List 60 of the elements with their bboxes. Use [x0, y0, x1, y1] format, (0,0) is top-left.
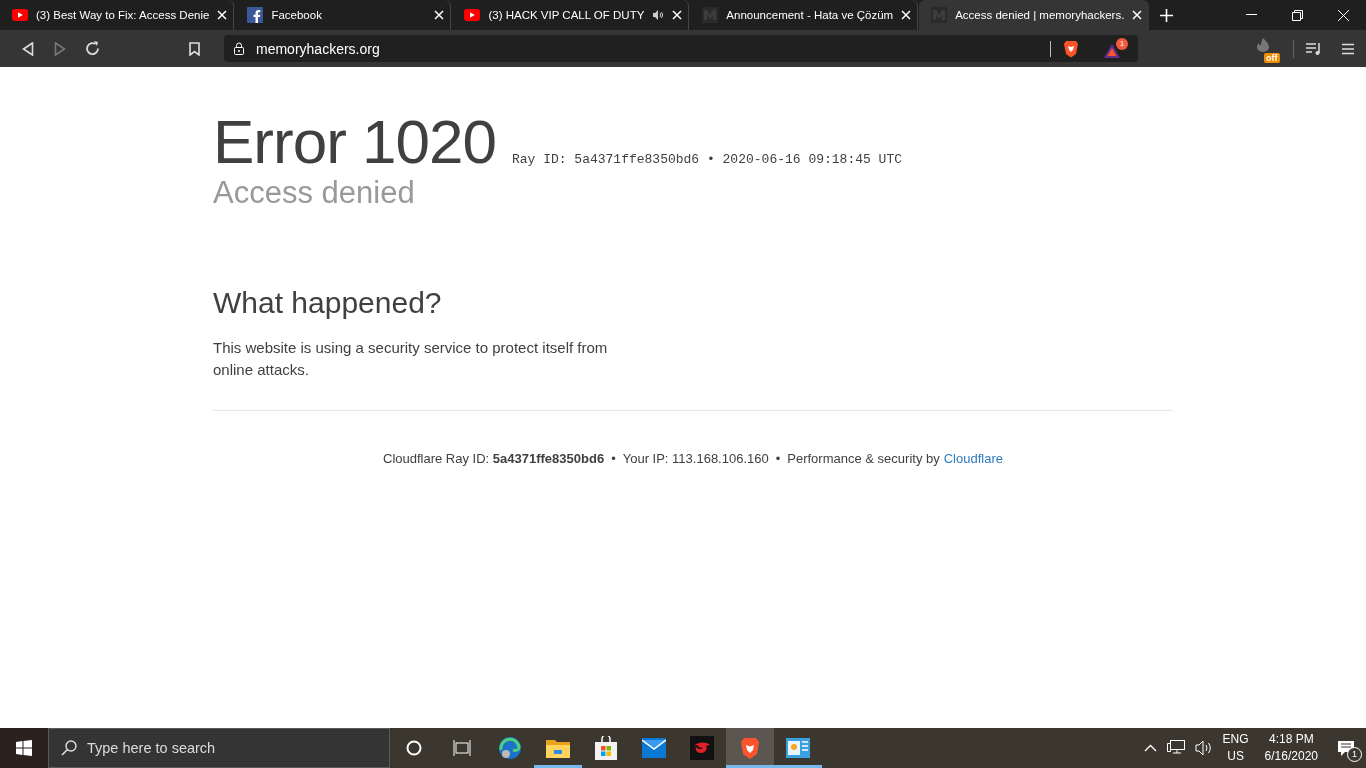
section-heading: What happened?	[213, 285, 443, 321]
bookmark-icon[interactable]	[188, 41, 200, 56]
restore-icon[interactable]	[1291, 9, 1303, 21]
close-icon[interactable]	[1337, 9, 1349, 21]
windows-logo-icon	[16, 740, 32, 756]
explanation-text: This website is using a security service to protect itself from online attacks.	[213, 338, 609, 380]
bullet-separator: •	[775, 451, 781, 466]
control-panel-icon[interactable]	[786, 738, 810, 758]
facebook-icon	[247, 7, 264, 23]
task-view-icon[interactable]	[453, 740, 471, 756]
error-subtitle: Access denied	[213, 175, 416, 211]
network-icon[interactable]	[1166, 740, 1185, 756]
cloudflare-link[interactable]: Cloudflare	[943, 451, 1003, 466]
notification-button[interactable]: 1	[1326, 728, 1366, 768]
reload-icon[interactable]	[84, 41, 100, 56]
minimize-icon[interactable]	[1245, 14, 1257, 16]
url-text: memoryhackers.org	[256, 40, 381, 57]
address-bar[interactable]: memoryhackers.org 1	[224, 35, 1138, 62]
clock[interactable]: 4:18 PM 6/16/2020	[1264, 731, 1318, 765]
browser-tab[interactable]: Access denied | memoryhackers.	[919, 0, 1150, 30]
footer-text: Cloudflare Ray ID: 5a4371ffe8350bd6	[383, 451, 605, 466]
start-button[interactable]	[0, 728, 48, 768]
flame-icon	[1255, 37, 1271, 52]
lion-shield-icon[interactable]	[740, 736, 760, 760]
new-tab-icon[interactable]	[1159, 8, 1173, 22]
menu-icon[interactable]	[1342, 42, 1354, 55]
lion-shield-icon[interactable]	[1063, 39, 1079, 58]
close-icon[interactable]	[901, 10, 912, 20]
folder-icon[interactable]	[546, 738, 570, 758]
lock-icon	[234, 42, 244, 55]
speaker-icon[interactable]	[652, 9, 665, 21]
bullet-separator: •	[611, 451, 616, 466]
shopping-bag-icon[interactable]	[595, 736, 617, 760]
envelope-icon[interactable]	[642, 738, 666, 758]
playlist-icon[interactable]	[1306, 41, 1322, 56]
search-field[interactable]: Type here to search	[48, 728, 390, 768]
notification-badge: 1	[1116, 38, 1128, 50]
circle-icon[interactable]	[406, 740, 422, 756]
close-icon[interactable]	[1132, 10, 1143, 20]
notification-count: 1	[1347, 747, 1362, 762]
dragon-logo-icon[interactable]	[690, 736, 714, 760]
back-icon[interactable]	[22, 41, 34, 56]
m-logo-icon	[702, 7, 719, 23]
edge-icon[interactable]	[498, 736, 522, 760]
ray-id-text: Ray ID: 5a4371ffe8350bd6 • 2020-06-16 09:18:45 UTC	[511, 152, 902, 167]
chevron-up-icon[interactable]	[1143, 744, 1157, 752]
youtube-icon	[464, 9, 481, 21]
footer-text: Your IP: 113.168.106.160	[622, 451, 769, 466]
close-icon[interactable]	[672, 10, 683, 20]
forward-icon[interactable]	[54, 41, 66, 56]
footer-text: Performance & security by	[787, 451, 940, 466]
close-icon[interactable]	[434, 10, 445, 20]
language-indicator[interactable]: ENG US	[1222, 731, 1249, 765]
search-icon	[61, 740, 77, 756]
off-badge: off	[1264, 52, 1280, 63]
close-icon[interactable]	[217, 10, 228, 20]
triangle-icon	[1103, 43, 1121, 59]
speaker-icon[interactable]	[1194, 740, 1213, 756]
error-title: Error 1020	[213, 109, 496, 175]
youtube-icon	[12, 9, 28, 21]
